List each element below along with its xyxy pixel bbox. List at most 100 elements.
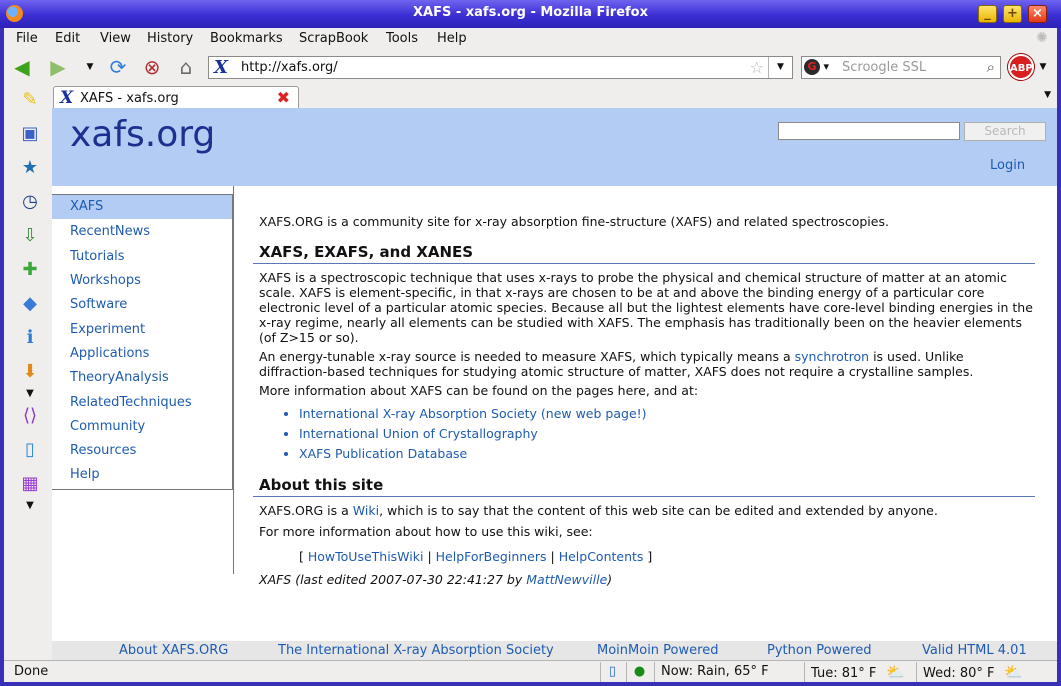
menu-file[interactable]: File (16, 31, 38, 46)
site-navigation: XAFS RecentNews Tutorials Workshops Soft… (52, 194, 233, 490)
browser-chrome: File Edit View History Bookmarks ScrapBo… (4, 28, 1057, 686)
site-header: xafs.org Search Login (52, 108, 1057, 186)
search-engine-icon[interactable]: G ▾ (804, 59, 836, 76)
sun-cloud-icon: ⛅ (1004, 663, 1023, 681)
status-bar: Done ▯ ● Now: Rain, 65° F ☁ Tue: 81° F ⛅… (4, 660, 1057, 686)
nav-item-community[interactable]: Community (52, 415, 232, 439)
intro-text: XAFS.ORG is a community site for x-ray a… (259, 214, 889, 229)
abp-dropdown-icon[interactable]: ▼ (1036, 56, 1050, 78)
scrapbook-icon[interactable]: ▣ (18, 122, 42, 146)
menu-view[interactable]: View (100, 31, 131, 46)
link-xafs-publication-db[interactable]: XAFS Publication Database (299, 446, 1035, 462)
bookmarks-icon[interactable]: ★ (18, 156, 42, 180)
nav-item-workshops[interactable]: Workshops (52, 269, 232, 293)
tab-strip: X XAFS - xafs.org ✖ ▼ (52, 84, 1057, 109)
paragraph-xafs-description: XAFS is a spectroscopic technique that u… (259, 270, 1033, 345)
url-dropdown-icon[interactable]: ▼ (768, 57, 792, 78)
footer-moinmoin-link[interactable]: MoinMoin Powered (597, 643, 718, 658)
nav-item-tutorials[interactable]: Tutorials (52, 245, 232, 269)
forward-arrow-icon[interactable]: ▶ (46, 56, 70, 78)
nav-item-applications[interactable]: Applications (52, 342, 232, 366)
link-helpcontents[interactable]: HelpContents (559, 549, 644, 564)
minimize-button[interactable]: _ (978, 5, 997, 23)
window-title: XAFS - xafs.org - Mozilla Firefox (413, 5, 648, 20)
link-howtousethiswiki[interactable]: HowToUseThisWiki (308, 549, 424, 564)
note-icon[interactable]: ✎ (18, 88, 42, 112)
nav-item-recentnews[interactable]: RecentNews (52, 220, 232, 244)
paragraph-more-info: More information about XAFS can be found… (259, 383, 699, 398)
nav-item-relatedtechniques[interactable]: RelatedTechniques (52, 391, 232, 415)
link-iucr[interactable]: International Union of Crystallography (299, 426, 1035, 442)
sidebar-toolbar: ✎ ▣ ★ ◷ ⇩ ✚ ◆ ℹ ⬇ ▼ ⟨⟩ ▯ ▦ ▼ (4, 86, 52, 660)
bookmark-star-icon[interactable]: ☆ (750, 58, 764, 77)
addons-puzzle-icon[interactable]: ✚ (18, 258, 42, 282)
menu-edit[interactable]: Edit (55, 31, 80, 46)
weather-tue[interactable]: Tue: 81° F ⛅ (804, 662, 912, 682)
link-helpforbeginners[interactable]: HelpForBeginners (436, 549, 547, 564)
extension-icon[interactable]: ◆ (18, 292, 42, 316)
url-bar[interactable]: X http://xafs.org/ ☆ ▼ (208, 56, 793, 79)
paragraph-xray-source: An energy-tunable x-ray source is needed… (259, 349, 1035, 379)
menu-scrapbook[interactable]: ScrapBook (299, 31, 368, 46)
reload-icon[interactable]: ⟳ (106, 56, 130, 78)
home-icon[interactable]: ⌂ (174, 56, 198, 78)
sidebar-more-icon[interactable]: ▼ (18, 388, 42, 400)
url-text: http://xafs.org/ (241, 60, 338, 75)
close-tab-icon[interactable]: ✖ (277, 88, 290, 107)
downloads-icon[interactable]: ⇩ (18, 224, 42, 248)
page-status-icon[interactable]: ▯ (600, 662, 624, 682)
menu-help[interactable]: Help (437, 31, 467, 46)
site-footer: About XAFS.ORG The International X-ray A… (52, 641, 1057, 660)
grid-icon[interactable]: ▦ (18, 472, 42, 496)
footer-about-link[interactable]: About XAFS.ORG (119, 643, 228, 658)
info-icon[interactable]: ℹ (18, 326, 42, 350)
menu-tools[interactable]: Tools (386, 31, 418, 46)
source-code-icon[interactable]: ⟨⟩ (18, 404, 42, 428)
site-search-input[interactable] (778, 122, 960, 140)
footer-validhtml-link[interactable]: Valid HTML 4.01 (922, 643, 1027, 658)
nav-item-experiment[interactable]: Experiment (52, 318, 232, 342)
menu-history[interactable]: History (147, 31, 193, 46)
weather-now[interactable]: Now: Rain, 65° F ☁ (654, 662, 800, 686)
help-links-row: [ HowToUseThisWiki | HelpForBeginners | … (299, 549, 653, 564)
editor-user-link[interactable]: MattNewville (526, 572, 607, 587)
footer-ixas-link[interactable]: The International X-ray Absorption Socie… (278, 643, 554, 658)
navigation-toolbar: ◀ ▶ ▼ ⟳ ⊗ ⌂ X http://xafs.org/ ☆ ▼ G ▾ S… (4, 50, 1057, 84)
nav-item-xafs[interactable]: XAFS (52, 195, 232, 219)
sidebar-more-icon-2[interactable]: ▼ (18, 500, 42, 512)
nav-item-help[interactable]: Help (52, 463, 232, 487)
tab-label: XAFS - xafs.org (80, 91, 179, 106)
close-window-button[interactable]: × (1028, 5, 1047, 23)
history-dropdown-icon[interactable]: ▼ (78, 56, 102, 78)
wiki-link[interactable]: Wiki (353, 503, 379, 518)
search-magnifier-icon[interactable]: ⌕ (987, 58, 995, 76)
connection-status-icon[interactable]: ● (626, 662, 652, 682)
maximize-button[interactable]: + (1003, 5, 1022, 23)
site-logo[interactable]: xafs.org (70, 114, 215, 155)
tab-favicon-icon: X (60, 88, 74, 108)
throbber-icon: ✺ (1036, 30, 1048, 46)
back-arrow-icon[interactable]: ◀ (10, 56, 34, 78)
menu-bookmarks[interactable]: Bookmarks (210, 31, 283, 46)
link-ixas[interactable]: International X-ray Absorption Society (… (299, 406, 1035, 422)
external-links-list: International X-ray Absorption Society (… (299, 406, 1035, 462)
nav-item-theoryanalysis[interactable]: TheoryAnalysis (52, 366, 232, 390)
tab-xafs[interactable]: X XAFS - xafs.org ✖ (53, 86, 299, 109)
history-clock-icon[interactable]: ◷ (18, 190, 42, 214)
nav-item-resources[interactable]: Resources (52, 439, 232, 463)
login-link[interactable]: Login (990, 158, 1025, 173)
window-titlebar[interactable]: XAFS - xafs.org - Mozilla Firefox _ + × (0, 0, 1061, 28)
site-search-button[interactable]: Search (964, 122, 1046, 141)
footer-python-link[interactable]: Python Powered (767, 643, 871, 658)
site-favicon-icon: X (214, 57, 228, 78)
page-icon[interactable]: ▯ (18, 438, 42, 462)
tab-list-icon[interactable]: ▼ (1044, 90, 1051, 100)
nav-item-software[interactable]: Software (52, 293, 232, 317)
download-arrow-icon[interactable]: ⬇ (18, 360, 42, 384)
p4-text-after: , which is to say that the content of th… (379, 503, 938, 518)
stop-icon[interactable]: ⊗ (140, 56, 164, 78)
adblock-icon[interactable]: ABP (1008, 54, 1034, 80)
synchrotron-link[interactable]: synchrotron (795, 349, 869, 364)
search-bar[interactable]: G ▾ Scroogle SSL ⌕ (801, 56, 1001, 79)
weather-wed[interactable]: Wed: 80° F ⛅ (916, 662, 1036, 682)
